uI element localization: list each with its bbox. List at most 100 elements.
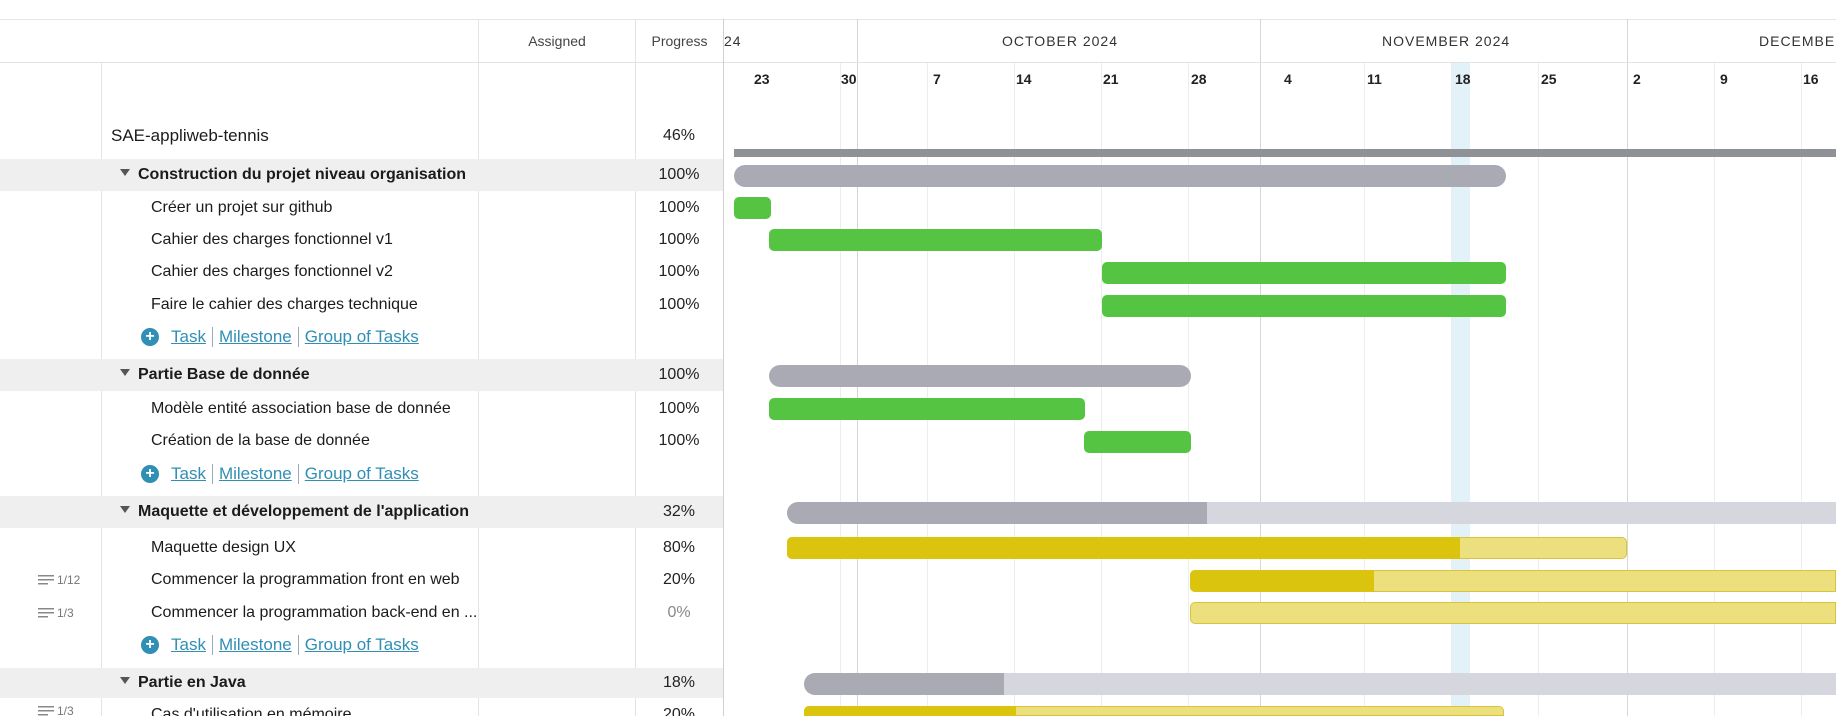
subtask-count[interactable]: 1/3 <box>38 606 74 620</box>
week-gridline <box>1101 63 1102 716</box>
day-label: 7 <box>933 71 941 87</box>
task-row[interactable]: 1/12 Commencer la programmation front en… <box>0 564 723 596</box>
subtask-list-icon <box>38 575 54 585</box>
task-bar[interactable] <box>1190 602 1836 624</box>
day-label: 21 <box>1103 71 1119 87</box>
task-row[interactable]: 1/3 Commencer la programmation back-end … <box>0 597 723 629</box>
group-bar[interactable] <box>734 165 1506 187</box>
task-progress: 100% <box>658 199 700 216</box>
task-bar[interactable] <box>1084 431 1191 453</box>
task-name[interactable]: Cas d'utilisation en mémoire <box>151 706 351 716</box>
header-divider <box>0 62 723 63</box>
group-name[interactable]: Partie en Java <box>138 674 246 691</box>
task-name[interactable]: Faire le cahier des charges technique <box>151 296 418 314</box>
task-row[interactable]: 1/3 Cas d'utilisation en mémoire 20% <box>0 700 723 716</box>
add-items-links: + Task Milestone Group of Tasks <box>141 464 425 484</box>
day-label: 18 <box>1455 71 1471 87</box>
group-progress: 100% <box>658 166 700 183</box>
group-row[interactable]: Maquette et développement de l'applicati… <box>0 496 723 528</box>
project-row[interactable]: SAE-appliweb-tennis 46% <box>0 120 723 152</box>
project-name[interactable]: SAE-appliweb-tennis <box>111 126 269 146</box>
month-label: NOVEMBER 2024 <box>1382 33 1511 49</box>
subtask-count[interactable]: 1/12 <box>38 573 80 587</box>
collapse-triangle-icon[interactable] <box>120 677 130 685</box>
task-name[interactable]: Créer un projet sur github <box>151 199 332 217</box>
task-progress-bar <box>1190 570 1374 592</box>
task-bar[interactable] <box>769 229 1102 251</box>
group-row[interactable]: Partie en Java 18% <box>0 668 723 698</box>
subtask-count-text: 1/12 <box>57 573 81 587</box>
add-plus-icon[interactable]: + <box>141 636 159 654</box>
group-row[interactable]: Construction du projet niveau organisati… <box>0 159 723 191</box>
add-task-link[interactable]: Task <box>165 635 212 655</box>
task-progress: 20% <box>662 571 696 588</box>
add-milestone-link[interactable]: Milestone <box>213 464 298 484</box>
task-progress: 100% <box>658 296 700 313</box>
task-name[interactable]: Commencer la programmation front en web <box>151 571 460 589</box>
task-bar[interactable] <box>1102 295 1506 317</box>
add-plus-icon[interactable]: + <box>141 328 159 346</box>
add-plus-icon[interactable]: + <box>141 465 159 483</box>
task-name[interactable]: Maquette design UX <box>151 539 296 557</box>
collapse-triangle-icon[interactable] <box>120 169 130 177</box>
add-group-link[interactable]: Group of Tasks <box>299 464 425 484</box>
task-progress: 0% <box>667 604 691 621</box>
task-bar[interactable] <box>1102 262 1506 284</box>
task-name[interactable]: Création de la base de donnée <box>151 432 370 450</box>
gantt-timeline[interactable]: 24 OCTOBER 2024 NOVEMBER 2024 DECEMBER 2… <box>724 19 1836 716</box>
group-bar[interactable] <box>769 365 1191 387</box>
column-header-assigned[interactable]: Assigned <box>479 19 635 63</box>
task-row[interactable]: Modèle entité association base de donnée… <box>0 393 723 425</box>
task-row[interactable]: Création de la base de donnée 100% <box>0 425 723 457</box>
group-name[interactable]: Construction du projet niveau organisati… <box>138 166 466 183</box>
task-row[interactable]: Cahier des charges fonctionnel v1 100% <box>0 224 723 256</box>
add-group-link[interactable]: Group of Tasks <box>299 327 425 347</box>
day-label: 16 <box>1803 71 1819 87</box>
group-name[interactable]: Partie Base de donnée <box>138 366 310 383</box>
day-label: 23 <box>754 71 770 87</box>
task-progress: 100% <box>658 263 700 280</box>
group-progress: 18% <box>662 674 696 691</box>
add-milestone-link[interactable]: Milestone <box>213 327 298 347</box>
group-progress-bar <box>787 502 1207 524</box>
task-bar[interactable] <box>769 398 1085 420</box>
day-label: 25 <box>1541 71 1557 87</box>
group-row[interactable]: Partie Base de donnée 100% <box>0 359 723 391</box>
day-label: 14 <box>1016 71 1032 87</box>
task-name[interactable]: Cahier des charges fonctionnel v1 <box>151 231 393 249</box>
task-bar[interactable] <box>734 197 771 219</box>
add-task-link[interactable]: Task <box>165 464 212 484</box>
task-progress: 100% <box>658 400 700 417</box>
task-row[interactable]: Maquette design UX 80% <box>0 532 723 564</box>
task-progress-bar <box>804 706 1016 716</box>
add-items-links: + Task Milestone Group of Tasks <box>141 327 425 347</box>
task-name[interactable]: Cahier des charges fonctionnel v2 <box>151 263 393 281</box>
day-label: 30 <box>841 71 857 87</box>
column-header-progress[interactable]: Progress <box>636 19 723 63</box>
task-row[interactable]: Cahier des charges fonctionnel v2 100% <box>0 256 723 288</box>
task-progress: 80% <box>662 539 696 556</box>
month-label: 24 <box>724 33 742 49</box>
add-task-link[interactable]: Task <box>165 327 212 347</box>
month-label: OCTOBER 2024 <box>1002 33 1119 49</box>
month-label: DECEMBER <box>1759 33 1836 49</box>
week-gridline <box>1188 63 1189 716</box>
top-strip <box>0 0 1836 20</box>
collapse-triangle-icon[interactable] <box>120 369 130 377</box>
collapse-triangle-icon[interactable] <box>120 506 130 514</box>
task-progress: 100% <box>658 231 700 248</box>
task-row[interactable]: Faire le cahier des charges technique 10… <box>0 289 723 321</box>
group-name[interactable]: Maquette et développement de l'applicati… <box>138 503 469 520</box>
add-items-links: + Task Milestone Group of Tasks <box>141 635 425 655</box>
task-progress-bar <box>787 537 1460 559</box>
task-name[interactable]: Modèle entité association base de donnée <box>151 400 451 418</box>
add-milestone-link[interactable]: Milestone <box>213 635 298 655</box>
add-items-row: + Task Milestone Group of Tasks <box>0 629 723 661</box>
project-bar[interactable] <box>734 149 1836 157</box>
day-label: 28 <box>1191 71 1207 87</box>
task-name[interactable]: Commencer la programmation back-end en .… <box>151 604 476 622</box>
week-gridline <box>927 63 928 716</box>
subtask-count[interactable]: 1/3 <box>38 704 74 716</box>
task-row[interactable]: Créer un projet sur github 100% <box>0 192 723 224</box>
add-group-link[interactable]: Group of Tasks <box>299 635 425 655</box>
